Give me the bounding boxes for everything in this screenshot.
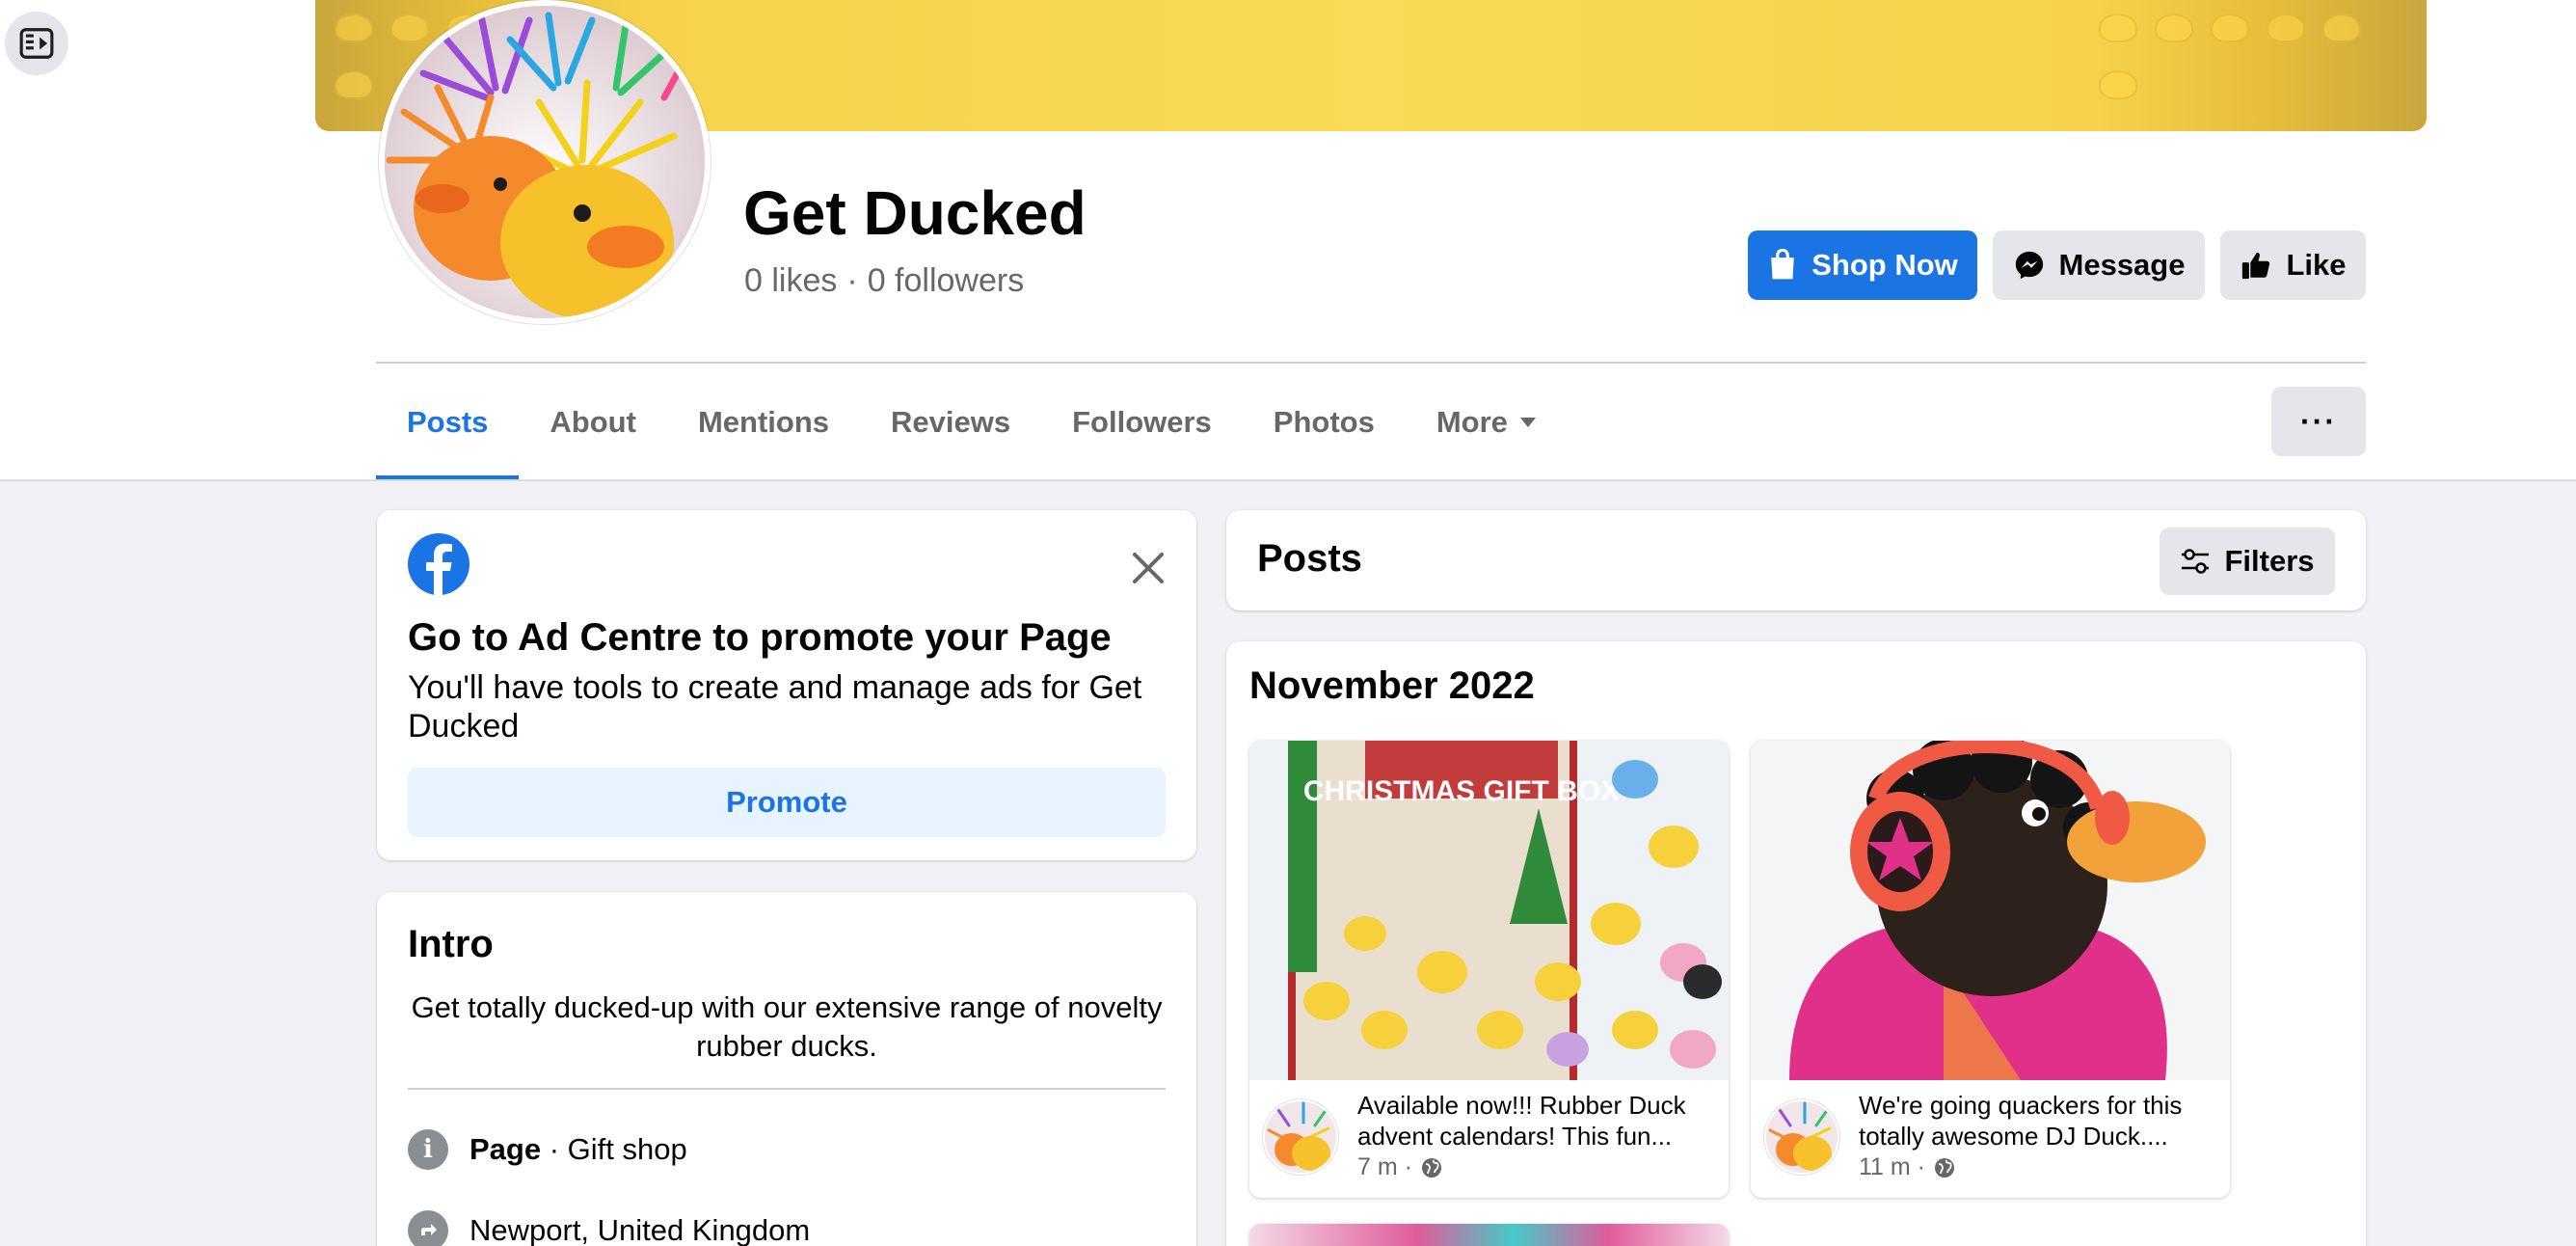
post-card[interactable]: CHRISTMAS GIFT BOX Available now!!! Rubb… xyxy=(1249,741,1729,1198)
post-meta: 7 m · xyxy=(1357,1153,1443,1181)
tab-reviews[interactable]: Reviews xyxy=(860,364,1041,480)
post-time[interactable]: 7 m · xyxy=(1357,1153,1412,1181)
month-heading: November 2022 xyxy=(1249,664,1535,707)
more-options-button[interactable]: ··· xyxy=(2271,387,2366,456)
globe-icon xyxy=(1421,1157,1441,1178)
likes-count[interactable]: 0 likes xyxy=(744,262,837,299)
post-caption: Available now!!! Rubber Duck advent cale… xyxy=(1357,1091,1686,1151)
info-icon: i xyxy=(408,1129,448,1170)
shop-now-label: Shop Now xyxy=(1811,248,1958,282)
tab-label: Photos xyxy=(1273,404,1375,439)
profile-picture[interactable] xyxy=(379,0,711,324)
intro-heading: Intro xyxy=(408,923,494,965)
post-image-advent-calendar: CHRISTMAS GIFT BOX xyxy=(1249,741,1729,1080)
shopping-bag-icon xyxy=(1771,249,1794,280)
post-author-avatar xyxy=(1764,1099,1839,1175)
post-time[interactable]: 11 m · xyxy=(1859,1153,1925,1181)
tab-label: About xyxy=(550,404,636,439)
message-button[interactable]: Message xyxy=(1993,230,2205,300)
post-image-dj-duck xyxy=(1751,741,2230,1080)
post-card[interactable]: We're going quackers for this totally aw… xyxy=(1751,741,2230,1198)
tab-label: More xyxy=(1436,404,1508,439)
posts-grid-card: November 2022 CHRISTMAS GIFT BOX Availab… xyxy=(1226,641,2366,1246)
filters-button[interactable]: Filters xyxy=(2160,528,2335,595)
shop-now-button[interactable]: Shop Now xyxy=(1748,230,1977,300)
tab-followers[interactable]: Followers xyxy=(1041,364,1243,480)
thumbs-up-icon xyxy=(2242,253,2270,280)
cover-ducks-right xyxy=(2080,0,2427,131)
tab-label: Posts xyxy=(407,404,489,439)
page-stats: 0 likes · 0 followers xyxy=(744,262,1024,300)
intro-category-row: i Page · Gift shop xyxy=(408,1129,687,1170)
section-divider xyxy=(0,479,2576,481)
post-author-avatar xyxy=(1263,1099,1338,1175)
category-value: · Gift shop xyxy=(541,1132,687,1166)
tab-label: Mentions xyxy=(697,404,830,439)
directions-icon xyxy=(408,1210,448,1246)
tab-about[interactable]: About xyxy=(519,364,667,480)
posts-heading: Posts xyxy=(1257,537,1362,580)
post-card-partial[interactable] xyxy=(1249,1224,1729,1246)
posts-header-card: Posts Filters xyxy=(1226,510,2366,610)
globe-icon xyxy=(1935,1157,1954,1178)
ellipsis-icon: ··· xyxy=(2300,403,2337,439)
like-button[interactable]: Like xyxy=(2220,230,2366,300)
stats-separator: · xyxy=(846,262,858,299)
close-icon xyxy=(1133,553,1164,583)
category-label: Page xyxy=(470,1132,542,1166)
tab-more[interactable]: More xyxy=(1406,364,1568,480)
like-label: Like xyxy=(2286,248,2347,282)
filters-icon xyxy=(2182,549,2210,574)
location-text[interactable]: Newport, United Kingdom xyxy=(470,1213,810,1246)
close-button[interactable] xyxy=(1129,549,1167,587)
ad-centre-card: Go to Ad Centre to promote your Page You… xyxy=(377,510,1196,860)
tab-photos[interactable]: Photos xyxy=(1243,364,1406,480)
intro-divider xyxy=(408,1088,1166,1090)
intro-bio: Get totally ducked-up with our extensive… xyxy=(411,990,1163,1063)
ad-centre-heading: Go to Ad Centre to promote your Page xyxy=(408,616,1112,659)
intro-card: Intro Get totally ducked-up with our ext… xyxy=(377,892,1196,1246)
facebook-logo-icon xyxy=(408,533,470,595)
ad-centre-description: You'll have tools to create and manage a… xyxy=(408,669,1142,745)
post-image-caption: CHRISTMAS GIFT BOX xyxy=(1303,775,1620,807)
messenger-icon xyxy=(2015,251,2043,280)
tab-posts[interactable]: Posts xyxy=(376,364,520,480)
filters-label: Filters xyxy=(2224,544,2315,578)
post-meta: 11 m · xyxy=(1859,1153,1956,1181)
tab-label: Followers xyxy=(1072,404,1212,439)
tab-label: Reviews xyxy=(891,404,1011,439)
message-label: Message xyxy=(2058,248,2186,282)
promote-button[interactable]: Promote xyxy=(408,768,1166,837)
intro-location-row: Newport, United Kingdom xyxy=(408,1210,810,1246)
page-tabs: Posts About Mentions Reviews Followers P… xyxy=(376,364,1568,480)
post-caption: We're going quackers for this totally aw… xyxy=(1859,1091,2183,1151)
tab-mentions[interactable]: Mentions xyxy=(667,364,860,480)
caret-down-icon xyxy=(1519,417,1536,427)
sidebar-toggle-button[interactable] xyxy=(5,12,68,75)
followers-count[interactable]: 0 followers xyxy=(868,262,1025,299)
sidebar-toggle-icon xyxy=(19,28,54,59)
page-title: Get Ducked xyxy=(743,178,1087,248)
